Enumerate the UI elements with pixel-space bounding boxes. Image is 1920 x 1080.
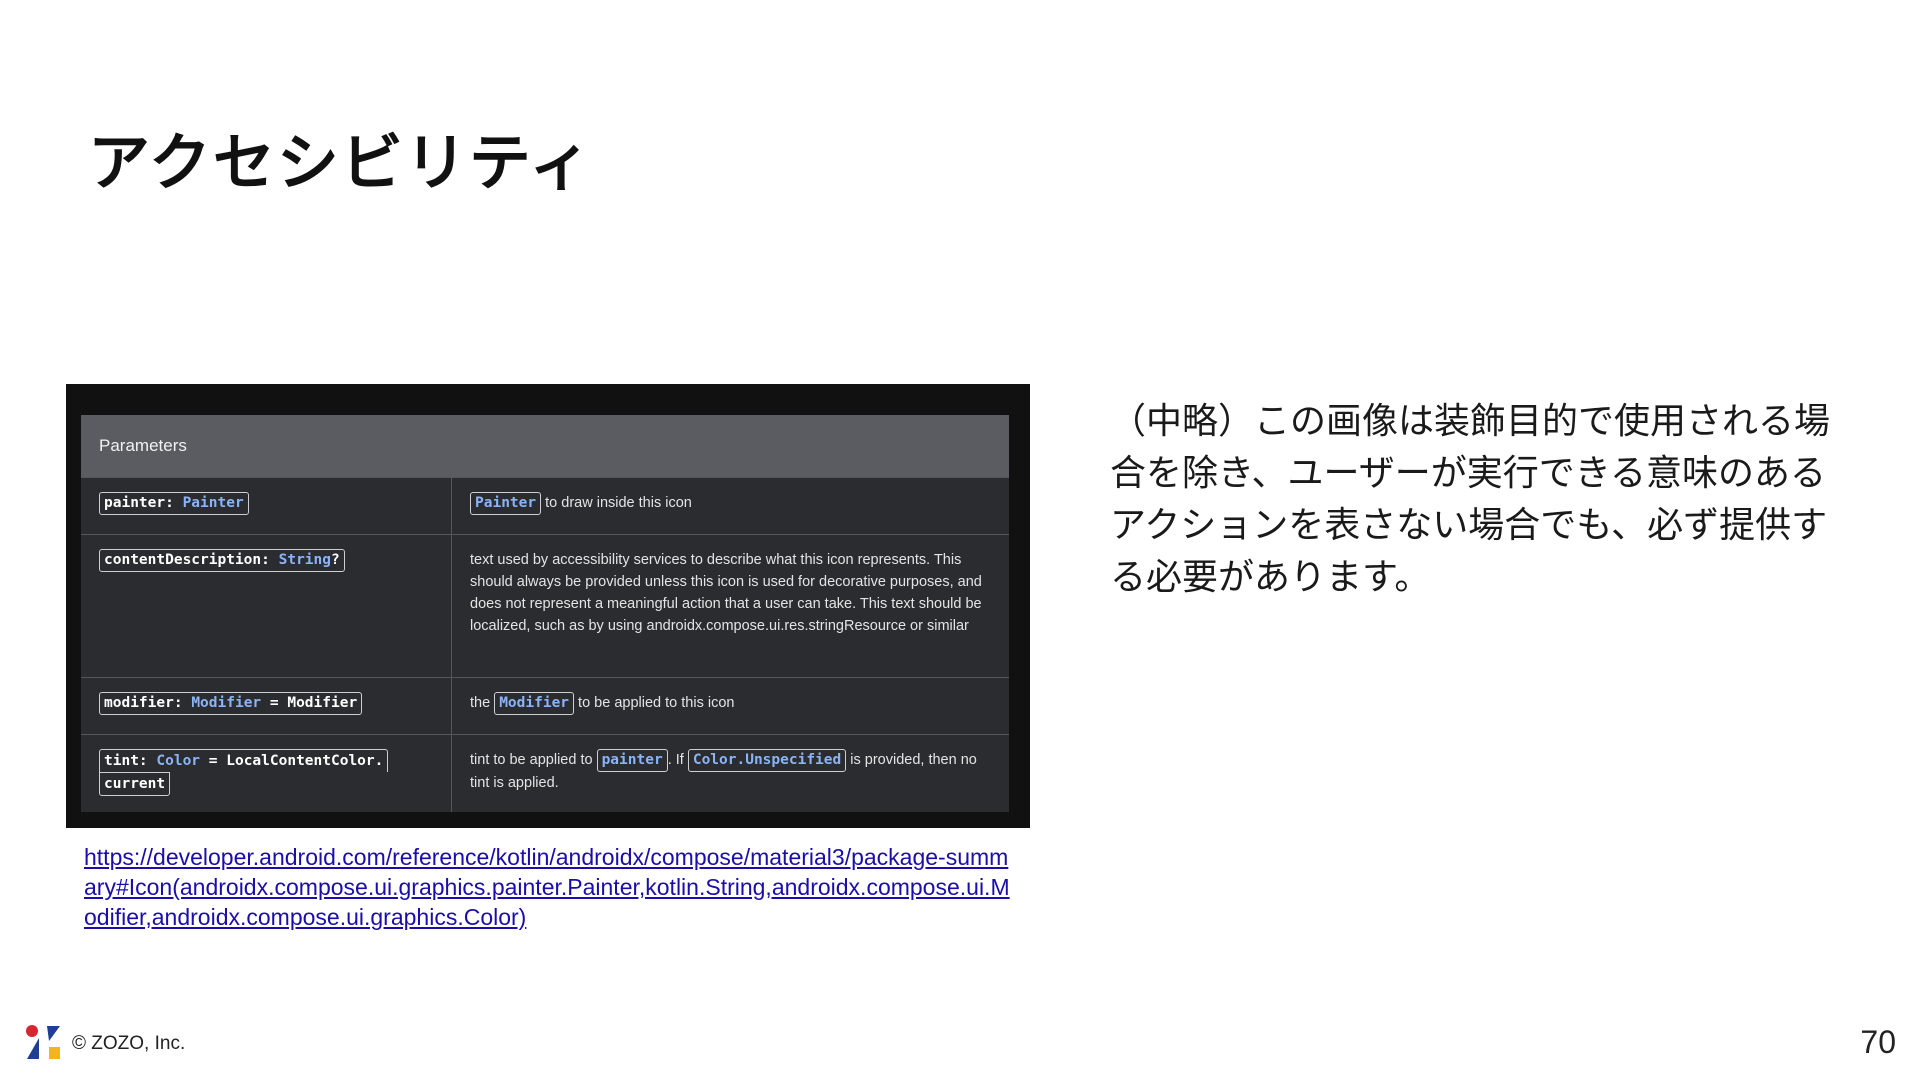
desc-code: Painter bbox=[470, 492, 542, 515]
desc-code: Color.Unspecified bbox=[687, 749, 847, 772]
parameters-table: Parameters painter: Painter Painter to d… bbox=[81, 415, 1009, 812]
page-number: 70 bbox=[1860, 1024, 1896, 1060]
parameters-header: Parameters bbox=[81, 415, 1009, 477]
param-content-description: contentDescription: String? bbox=[99, 549, 345, 572]
param-tint: tint: Color = LocalContentColor. current bbox=[99, 749, 389, 796]
table-row: painter: Painter Painter to draw inside … bbox=[81, 477, 1009, 534]
docs-screenshot: Parameters painter: Painter Painter to d… bbox=[66, 384, 1030, 828]
param-painter: painter: Painter bbox=[99, 492, 249, 515]
table-row: modifier: Modifier = Modifier the Modifi… bbox=[81, 677, 1009, 734]
desc-code: Modifier bbox=[494, 692, 575, 715]
param-modifier: modifier: Modifier = Modifier bbox=[99, 692, 363, 715]
reference-link[interactable]: https://developer.android.com/reference/… bbox=[84, 842, 1014, 932]
slide-title: アクセシビリティ bbox=[88, 126, 594, 199]
slide: アクセシビリティ Parameters painter: Painter Pai… bbox=[0, 0, 1920, 1080]
param-description: text used by accessibility services to d… bbox=[470, 552, 982, 634]
desc-code: painter bbox=[596, 749, 668, 772]
table-row: contentDescription: String? text used by… bbox=[81, 534, 1009, 677]
zozo-logo-icon bbox=[26, 1025, 60, 1059]
body-text: （中略）この画像は装飾目的で使用される場合を除き、ユーザーが実行できる意味のある… bbox=[1110, 401, 1831, 598]
copyright: © ZOZO, Inc. bbox=[72, 1033, 186, 1054]
table-row: tint: Color = LocalContentColor. current… bbox=[81, 734, 1009, 812]
